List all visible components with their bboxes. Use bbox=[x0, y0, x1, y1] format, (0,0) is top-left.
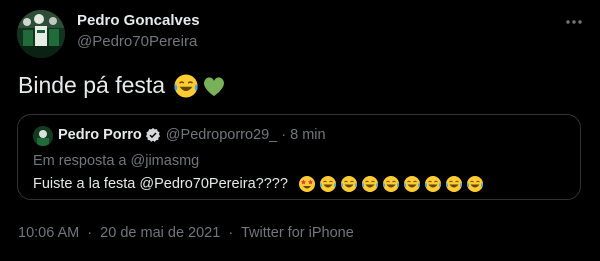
meta-separator: · bbox=[87, 225, 93, 241]
meta-separator: · bbox=[228, 225, 234, 241]
quoted-tweet[interactable]: Pedro Porro @Pedroporro29_ · 8 min Em re… bbox=[17, 114, 581, 200]
quoted-header: Pedro Porro @Pedroporro29_ · 8 min bbox=[58, 127, 326, 143]
face-with-tears-of-joy-icon bbox=[445, 176, 462, 192]
tweet-card: Pedro Goncalves @Pedro70Pereira Binde pá… bbox=[0, 0, 600, 261]
star-struck-icon bbox=[298, 176, 315, 192]
face-with-tears-of-joy-icon bbox=[403, 176, 420, 192]
quoted-author-handle[interactable]: @Pedroporro29_ bbox=[166, 127, 277, 143]
tweet-metadata: 10:06 AM · 20 de mai de 2021 · Twitter f… bbox=[18, 225, 354, 241]
quoted-author-name[interactable]: Pedro Porro bbox=[58, 127, 142, 143]
face-with-tears-of-joy-icon bbox=[466, 176, 483, 192]
tweet-time[interactable]: 10:06 AM bbox=[18, 225, 79, 241]
face-with-tears-of-joy-icon bbox=[424, 176, 441, 192]
quoted-reply-to: Em resposta a @jimasmg bbox=[33, 153, 200, 169]
tweet-source[interactable]: Twitter for iPhone bbox=[241, 225, 354, 241]
face-with-tears-of-joy-icon bbox=[340, 176, 357, 192]
quoted-emojis bbox=[298, 175, 484, 193]
quoted-separator: · bbox=[281, 127, 287, 143]
tweet-body: Binde pá festa bbox=[18, 72, 166, 98]
quoted-text: Fuiste a la festa @Pedro70Pereira???? bbox=[33, 175, 484, 193]
verified-badge-icon bbox=[145, 127, 161, 143]
quoted-author-avatar[interactable] bbox=[33, 126, 53, 146]
quoted-body: Fuiste a la festa @Pedro70Pereira???? bbox=[33, 176, 288, 192]
tweet-text: Binde pá festa bbox=[18, 72, 227, 99]
more-horizontal-icon[interactable] bbox=[562, 10, 586, 34]
tweet-emojis bbox=[173, 73, 227, 99]
tweet-date[interactable]: 20 de mai de 2021 bbox=[100, 225, 220, 241]
author-name[interactable]: Pedro Goncalves bbox=[77, 12, 200, 29]
author-avatar[interactable] bbox=[17, 10, 65, 58]
face-with-tears-of-joy-icon bbox=[319, 176, 336, 192]
face-with-tears-of-joy-icon bbox=[174, 73, 198, 98]
face-with-tears-of-joy-icon bbox=[382, 176, 399, 192]
green-heart-icon bbox=[204, 76, 225, 96]
author-handle[interactable]: @Pedro70Pereira bbox=[77, 33, 197, 50]
quoted-timestamp[interactable]: 8 min bbox=[290, 127, 325, 143]
face-with-tears-of-joy-icon bbox=[361, 176, 378, 192]
